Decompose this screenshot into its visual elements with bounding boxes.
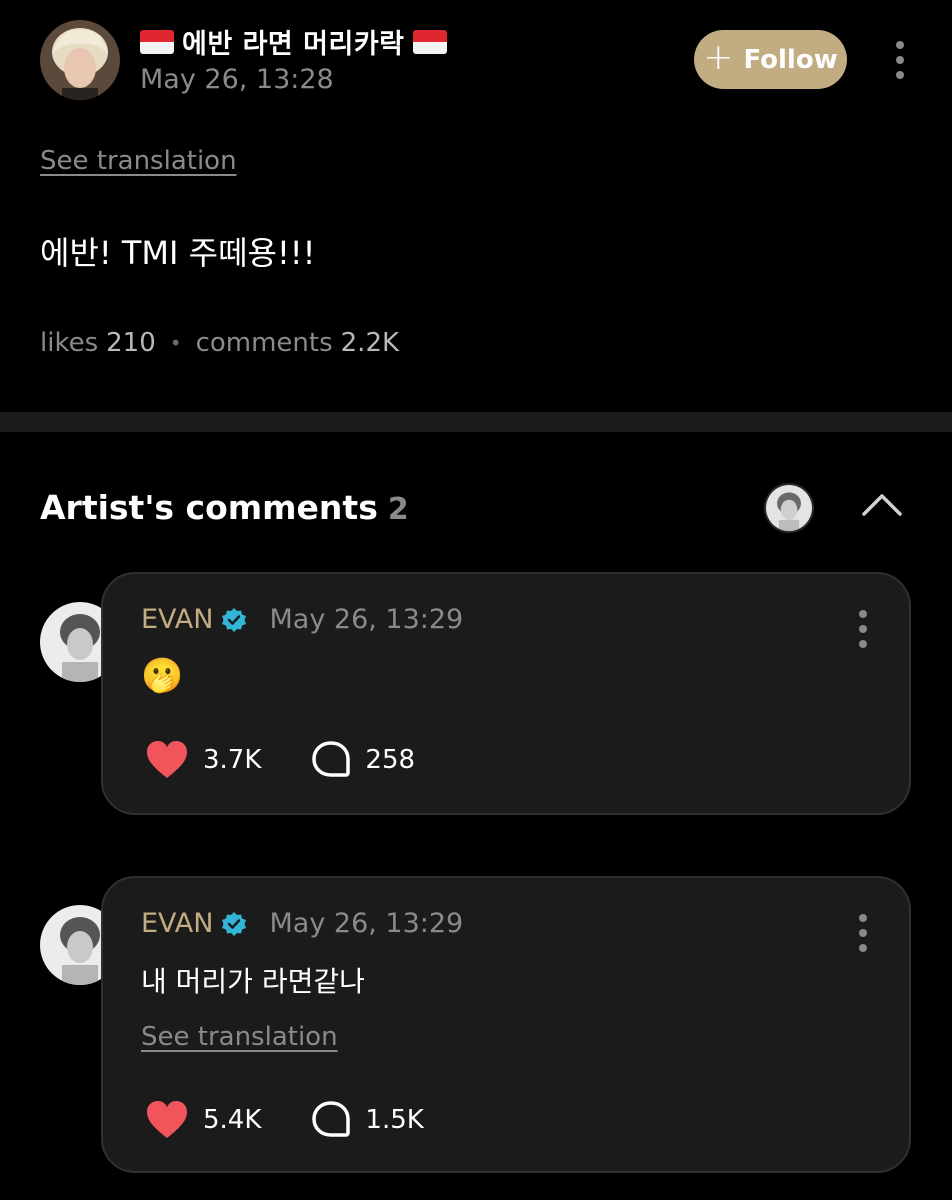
- heart-icon: [147, 1101, 187, 1138]
- artist-comments-count: 2: [387, 492, 409, 527]
- reply-count: 258: [365, 745, 416, 775]
- like-count: 5.4K: [203, 1105, 262, 1135]
- comment-timestamp: May 26, 13:29: [269, 908, 464, 939]
- comment-header: EVAN May 26, 13:29: [141, 604, 463, 635]
- comment-actions: 5.4K 1.5K: [145, 1100, 474, 1140]
- post-see-translation-link[interactable]: See translation: [40, 146, 237, 176]
- comment-text: 내 머리가 라면같나: [141, 965, 365, 998]
- comment-timestamp: May 26, 13:29: [269, 604, 464, 635]
- comment-header: EVAN May 26, 13:29: [141, 908, 463, 939]
- comment-see-translation-link[interactable]: See translation: [141, 1022, 338, 1052]
- like-count: 3.7K: [203, 745, 262, 775]
- comment-more-options-icon[interactable]: [853, 914, 873, 952]
- comment-card: EVAN May 26, 13:29 🫢 3.7K 258: [101, 572, 911, 815]
- likes-count[interactable]: 210: [106, 328, 156, 358]
- post-header: 에반 라면 머리카락 May 26, 13:28 + Follow: [0, 0, 952, 120]
- post-text: 에반! TMI 주떼용!!!: [40, 234, 316, 272]
- heart-icon: [147, 741, 187, 778]
- comment-author-name[interactable]: EVAN: [141, 908, 213, 939]
- comment-text: 🫢: [141, 656, 184, 696]
- artist-comments-title: Artist's comments: [40, 488, 378, 527]
- verified-badge-icon: [222, 607, 247, 632]
- comments-label: comments: [195, 328, 333, 358]
- verified-badge-icon: [222, 911, 247, 936]
- post-stats: likes 210 • comments 2.2K: [40, 328, 399, 358]
- artist-comments-header: Artist's comments 2: [40, 488, 409, 527]
- plus-icon: +: [703, 37, 734, 78]
- like-button[interactable]: 5.4K: [145, 1100, 261, 1140]
- comments-count[interactable]: 2.2K: [341, 328, 399, 358]
- speech-bubble-icon: [312, 1101, 351, 1137]
- chevron-up-icon[interactable]: [860, 490, 904, 520]
- follow-button[interactable]: + Follow: [694, 30, 847, 89]
- like-button[interactable]: 3.7K: [145, 740, 261, 780]
- comment-card: EVAN May 26, 13:29 내 머리가 라면같나 See transl…: [101, 876, 911, 1173]
- post-author-avatar[interactable]: [40, 20, 120, 100]
- comment-more-options-icon[interactable]: [853, 610, 873, 648]
- indonesia-flag-icon: [140, 29, 174, 54]
- reply-button[interactable]: 1.5K: [311, 1100, 424, 1140]
- follow-button-label: Follow: [743, 44, 838, 75]
- post-timestamp: May 26, 13:28: [140, 64, 334, 95]
- comment-author-name[interactable]: EVAN: [141, 604, 213, 635]
- speech-bubble-icon: [312, 741, 351, 777]
- indonesia-flag-icon: [412, 29, 447, 54]
- post-more-options-icon[interactable]: [890, 41, 910, 79]
- section-divider: [0, 412, 952, 432]
- reply-button[interactable]: 258: [311, 740, 415, 780]
- artist-avatar[interactable]: [764, 483, 814, 533]
- post-author-name[interactable]: 에반 라면 머리카락: [182, 22, 405, 61]
- likes-label: likes: [40, 328, 99, 358]
- reply-count: 1.5K: [365, 1105, 424, 1135]
- stats-separator: •: [169, 331, 182, 355]
- comment-actions: 3.7K 258: [145, 740, 465, 780]
- post-author-line: 에반 라면 머리카락: [140, 22, 447, 61]
